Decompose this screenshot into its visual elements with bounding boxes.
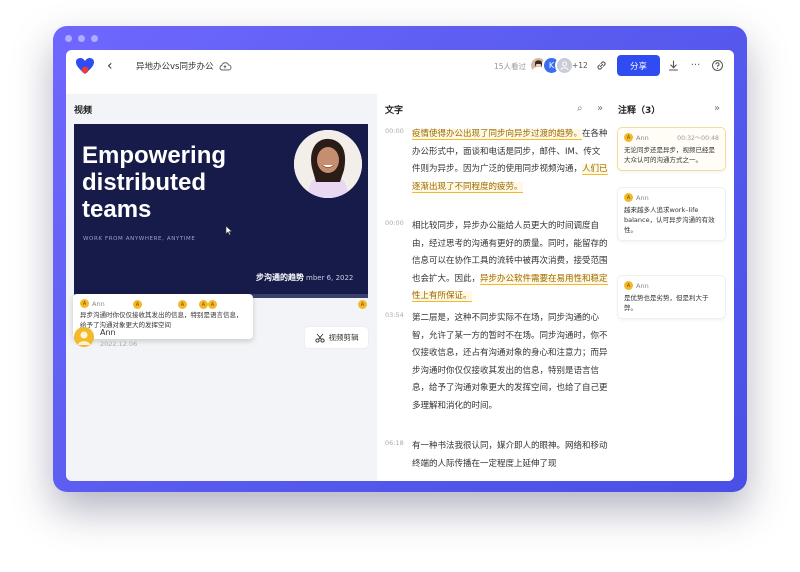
video-clip-label: 视频剪辑: [328, 333, 359, 342]
help-icon[interactable]: [711, 59, 724, 72]
timestamp[interactable]: 03:54: [385, 311, 404, 319]
video-caption: 步沟通的趋势: [256, 273, 304, 282]
workspace: 视频 Empowering distributed teams WORK FRO…: [66, 94, 734, 481]
timeline-comment-marker[interactable]: A: [133, 300, 142, 309]
collapse-transcript-icon[interactable]: »: [597, 103, 603, 114]
presenter-photo-icon: [294, 130, 362, 198]
upload-date: 2022.12.06: [100, 340, 138, 348]
note-card[interactable]: A Ann 越来越多人追求work–life balance，认可异步沟通的有效性…: [618, 188, 725, 240]
video-date-text: mber 6, 2022: [306, 274, 354, 282]
note-text: 越来越多人追求work–life balance，认可异步沟通的有效性。: [624, 206, 715, 234]
more-options-icon[interactable]: ···: [689, 59, 702, 72]
share-button[interactable]: 分享: [617, 55, 660, 76]
viewer-count[interactable]: 15人看过: [494, 61, 526, 72]
note-user: Ann: [636, 281, 649, 290]
timestamp[interactable]: 00:00: [385, 127, 404, 135]
paragraph-text: 第二层是，这种不同步实际不在场，同步沟通的心智，允许了某一方的暂时不在场。同步沟…: [412, 313, 608, 411]
app-window: ‹ 异地办公vs同步办公 15人看过 K +12 分享 ··· 视频 Empow…: [66, 50, 734, 481]
video-clip-button[interactable]: 视频剪辑: [305, 327, 368, 348]
video-subline: WORK FROM ANYWHERE, ANYTIME: [83, 236, 196, 242]
download-icon[interactable]: [667, 59, 680, 72]
timestamp[interactable]: 00:00: [385, 219, 404, 227]
note-avatar: A: [624, 281, 633, 290]
note-time: 00:32～00:48: [677, 135, 719, 142]
timeline-comment-marker[interactable]: A: [178, 300, 187, 309]
note-text: 是优势也是劣势，但是利大于弊。: [624, 294, 709, 312]
timeline-comment-marker[interactable]: A: [208, 300, 217, 309]
uploader-name: Ann: [100, 328, 116, 337]
note-card[interactable]: A Ann 是优势也是劣势，但是利大于弊。: [618, 276, 725, 318]
window-controls: [65, 35, 98, 42]
tooltip-text: 异步沟通时你仅仅接收其发出的信息，特别是语言信息，给予了沟通对象更大的发挥空间: [80, 311, 243, 329]
timeline-comment-marker[interactable]: A: [199, 300, 208, 309]
mouse-cursor-icon: [225, 225, 233, 236]
app-logo-icon: [76, 58, 94, 74]
document-title: 异地办公vs同步办公: [136, 62, 214, 72]
transcript-panel: 文字 ⌕ » 00:00 疫情使得办公出现了同步向异步过渡的趋势。在各种办公形式…: [377, 94, 609, 481]
timeline-comment-marker[interactable]: A: [358, 300, 367, 309]
search-icon[interactable]: ⌕: [577, 103, 583, 114]
notes-panel: 注释（3） » A Ann 00:32～00:48 无论同步还是异步，视频已经是大众…: [614, 94, 734, 481]
top-bar: ‹ 异地办公vs同步办公 15人看过 K +12 分享 ···: [66, 50, 734, 82]
note-user: Ann: [636, 193, 649, 202]
note-avatar: A: [624, 193, 633, 202]
scissors-icon: [314, 333, 325, 343]
collapse-notes-icon[interactable]: »: [714, 103, 720, 114]
tooltip-user: Ann: [92, 299, 105, 308]
notes-section-title: 注释（3）: [618, 106, 661, 116]
timestamp[interactable]: 06:18: [385, 439, 404, 447]
window-dot-minimize[interactable]: [78, 35, 85, 42]
note-avatar: A: [624, 133, 633, 142]
viewers-more-count[interactable]: +12: [572, 61, 588, 70]
video-section-title: 视频: [74, 106, 93, 116]
paragraph-text: 疫情使得办公出现了同步向异步过渡的趋势。在各种办公形式中，面谈和电话是同步，邮件…: [412, 129, 608, 193]
paragraph-text: 相比较同步，异步办公能给人员更大的时间调度自由，经过思考的沟通有更好的质量。同时…: [412, 221, 608, 303]
tooltip-avatar: A: [80, 299, 89, 308]
paragraph-text: 有一种书法我很认同，媒介即人的眼神。网络和移动终端的人际传播在一定程度上延伸了现: [412, 441, 608, 469]
link-icon[interactable]: [595, 59, 608, 72]
window-dot-close[interactable]: [65, 35, 72, 42]
video-player[interactable]: Empowering distributed teams WORK FROM A…: [74, 124, 368, 298]
note-user: Ann: [636, 133, 649, 142]
note-text: 无论同步还是异步，视频已经是大众认可的沟通方式之一。: [624, 146, 715, 164]
uploader-avatar[interactable]: [74, 327, 94, 347]
person-avatar-icon: [78, 331, 90, 345]
window-dot-maximize[interactable]: [91, 35, 98, 42]
video-panel: 视频 Empowering distributed teams WORK FRO…: [66, 94, 377, 481]
video-headline: Empowering distributed teams: [82, 142, 227, 223]
presenter-photo: [294, 130, 362, 198]
user-icon: [560, 61, 569, 70]
note-card[interactable]: A Ann 00:32～00:48 无论同步还是异步，视频已经是大众认可的沟通方式之…: [618, 128, 725, 170]
transcript-section-title: 文字: [385, 106, 404, 116]
cloud-sync-icon[interactable]: [218, 59, 232, 73]
back-icon[interactable]: ‹: [107, 58, 113, 74]
